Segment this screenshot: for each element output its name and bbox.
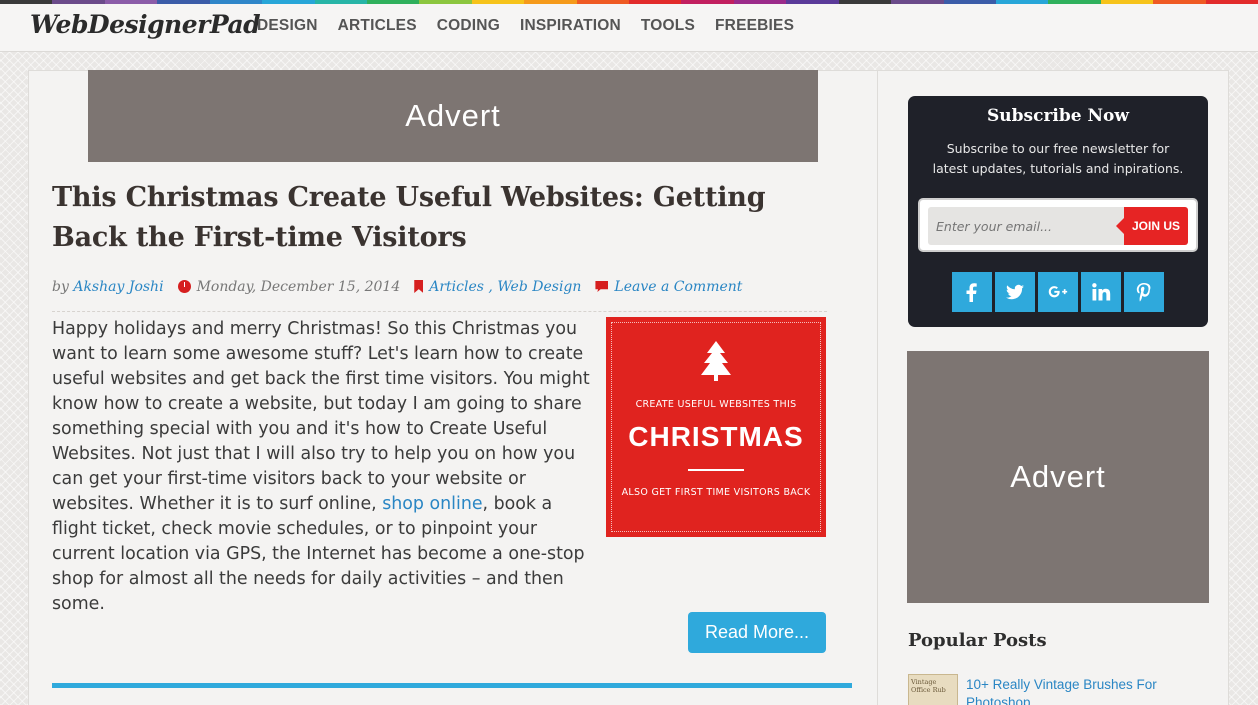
thumb-line-3: ALSO GET FIRST TIME VISITORS BACK [621, 487, 811, 498]
nav-articles[interactable]: ARTICLES [338, 17, 417, 35]
subscribe-box: Subscribe Now Subscribe to our free news… [908, 96, 1208, 327]
post-title[interactable]: This Christmas Create Useful Websites: G… [52, 178, 832, 258]
pinterest-icon[interactable] [1124, 272, 1164, 312]
nav-coding[interactable]: CODING [437, 17, 500, 35]
subscribe-form: JOIN US [918, 198, 1198, 252]
comment-link[interactable]: Leave a Comment [614, 279, 742, 295]
popular-post-link[interactable]: 10+ Really Vintage Brushes For Photoshop [966, 676, 1196, 705]
thumb-line-2: CHRISTMAS [628, 421, 804, 452]
header-bar: WebDesignerPad DESIGN ARTICLES CODING IN… [0, 4, 1258, 52]
nav-inspiration[interactable]: INSPIRATION [520, 17, 621, 35]
bookmark-icon [414, 280, 424, 293]
category-separator: , [483, 278, 498, 295]
category-link-articles[interactable]: Articles [429, 279, 484, 295]
by-label: by [52, 278, 69, 295]
post-excerpt: Happy holidays and merry Christmas! So t… [52, 317, 592, 617]
author-group: by Akshay Joshi [52, 279, 164, 295]
comment-group: Leave a Comment [595, 279, 742, 295]
popular-posts-title: Popular Posts [908, 630, 1047, 651]
subscribe-title: Subscribe Now [987, 106, 1129, 126]
popular-post-thumbnail[interactable]: Vintage Office Rub [908, 674, 958, 705]
google-plus-icon[interactable] [1038, 272, 1078, 312]
nav-design[interactable]: DESIGN [257, 17, 318, 35]
author-link[interactable]: Akshay Joshi [73, 279, 163, 295]
twitter-icon[interactable] [995, 272, 1035, 312]
facebook-icon[interactable] [952, 272, 992, 312]
advert-banner-top[interactable]: Advert [88, 70, 818, 162]
excerpt-text-1: Happy holidays and merry Christmas! So t… [52, 319, 590, 514]
category-link-web-design[interactable]: Web Design [497, 279, 581, 295]
advert-sidebar[interactable]: Advert [907, 351, 1209, 603]
post-meta: by Akshay Joshi Monday, December 15, 201… [52, 274, 827, 312]
site-logo[interactable]: WebDesignerPad [30, 10, 261, 39]
christmas-tree-icon [608, 341, 824, 390]
thumb-divider [688, 469, 744, 471]
comment-icon [595, 281, 609, 292]
email-input[interactable] [928, 207, 1124, 245]
post-date: Monday, December 15, 2014 [196, 278, 401, 295]
linkedin-icon[interactable] [1081, 272, 1121, 312]
category-group: Articles , Web Design [414, 279, 581, 295]
join-us-button[interactable]: JOIN US [1116, 207, 1188, 245]
subscribe-text: Subscribe to our free newsletter for lat… [932, 141, 1184, 176]
post-divider [52, 683, 852, 688]
nav-freebies[interactable]: FREEBIES [715, 17, 794, 35]
main-nav: DESIGN ARTICLES CODING INSPIRATION TOOLS… [247, 17, 804, 35]
clock-icon [177, 280, 191, 293]
date-group: Monday, December 15, 2014 [177, 278, 401, 295]
thumb-line-1: CREATE USEFUL WEBSITES THIS [635, 399, 797, 410]
shop-online-link[interactable]: shop online [382, 494, 482, 514]
read-more-button[interactable]: Read More... [688, 612, 826, 653]
post-thumbnail[interactable]: CREATE USEFUL WEBSITES THIS CHRISTMAS AL… [606, 317, 826, 537]
nav-tools[interactable]: TOOLS [641, 17, 695, 35]
social-links [952, 272, 1167, 312]
